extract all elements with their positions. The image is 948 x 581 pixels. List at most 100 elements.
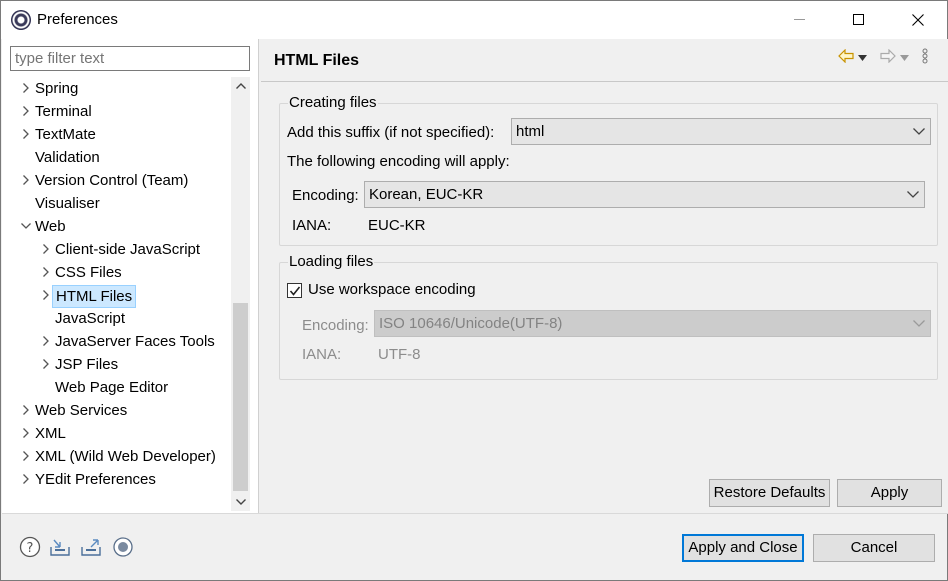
chevron-right-icon[interactable] xyxy=(20,77,32,100)
close-button[interactable] xyxy=(889,1,947,39)
chevron-right-icon[interactable] xyxy=(20,399,32,422)
scroll-up-button[interactable] xyxy=(231,77,250,95)
scroll-thumb[interactable] xyxy=(233,303,248,491)
maximize-icon xyxy=(853,14,864,25)
back-arrow-icon[interactable] xyxy=(838,48,854,66)
suffix-combo[interactable]: html xyxy=(511,118,931,145)
chevron-right-icon[interactable] xyxy=(40,238,52,261)
loading-encoding-combo[interactable]: ISO 10646/Unicode(UTF-8) xyxy=(374,310,931,337)
view-menu-icon[interactable] xyxy=(922,48,928,67)
tree-item-label: Client-side JavaScript xyxy=(55,241,201,258)
tree-item-label: JSP Files xyxy=(55,356,119,373)
tree-item[interactable]: HTML Files xyxy=(2,284,230,308)
chevron-right-icon[interactable] xyxy=(20,445,32,468)
tree-item-label: Validation xyxy=(35,149,100,166)
creating-files-group: Creating files Add this suffix (if not s… xyxy=(279,94,938,246)
cancel-button[interactable]: Cancel xyxy=(813,534,935,562)
tree-item[interactable]: Validation xyxy=(2,146,230,169)
minimize-button[interactable] xyxy=(771,1,829,39)
back-dropdown-icon[interactable] xyxy=(858,50,867,65)
tree-item-label: Visualiser xyxy=(35,195,100,212)
tree-item-label: Terminal xyxy=(35,103,92,120)
tree-item[interactable]: Web Services xyxy=(2,399,230,422)
restore-defaults-button[interactable]: Restore Defaults xyxy=(709,479,830,507)
tree-item-label: Web xyxy=(35,218,66,235)
chevron-right-icon[interactable] xyxy=(20,169,32,192)
iana-label: IANA: xyxy=(292,217,332,234)
title-bar: Preferences xyxy=(1,1,947,39)
page-nav-toolbar xyxy=(838,48,948,69)
tree-item[interactable]: Version Control (Team) xyxy=(2,169,230,192)
eclipse-app-icon xyxy=(11,10,31,30)
tree-item-label: Spring xyxy=(35,80,79,97)
tree-item-label: JavaServer Faces Tools xyxy=(55,333,215,350)
tree-item-label: Version Control (Team) xyxy=(35,172,189,189)
preference-page: HTML Files Creating files Add this suffi… xyxy=(261,39,948,513)
workspace-encoding-checkbox[interactable] xyxy=(287,283,302,298)
page-title: HTML Files xyxy=(274,52,360,69)
tree-item[interactable]: Web Page Editor xyxy=(2,376,230,399)
tree-item-label: Web Page Editor xyxy=(55,379,169,396)
tree-item[interactable]: XML xyxy=(2,422,230,445)
encoding-value: Korean, EUC-KR xyxy=(369,186,484,203)
apply-and-close-button[interactable]: Apply and Close xyxy=(682,534,804,562)
tree-item-label: TextMate xyxy=(35,126,96,143)
checkmark-icon xyxy=(289,286,301,296)
chevron-right-icon[interactable] xyxy=(20,468,32,491)
tree-item[interactable]: JavaScript xyxy=(2,307,230,330)
chevron-right-icon[interactable] xyxy=(20,100,32,123)
encoding-label: Encoding: xyxy=(292,187,359,204)
chevron-right-icon[interactable] xyxy=(40,261,52,284)
tree-item-label: XML xyxy=(35,425,66,442)
maximize-button[interactable] xyxy=(830,1,888,39)
chevron-down-icon xyxy=(235,499,246,505)
group-title: Loading files xyxy=(288,253,375,270)
tree-item-label: XML (Wild Web Developer) xyxy=(35,448,216,465)
tree-item[interactable]: YEdit Preferences xyxy=(2,468,230,491)
apply-button[interactable]: Apply xyxy=(837,479,942,507)
chevron-up-icon xyxy=(235,83,246,89)
forward-dropdown-icon[interactable] xyxy=(900,50,909,65)
tree-item[interactable]: TextMate xyxy=(2,123,230,146)
preferences-window: Preferences Spring Terminal TextMate Valida… xyxy=(0,0,948,581)
tree-item-label: YEdit Preferences xyxy=(35,471,156,488)
help-icon[interactable]: ? xyxy=(19,536,41,558)
svg-text:?: ? xyxy=(27,541,34,556)
import-icon[interactable] xyxy=(49,536,71,558)
tree-item-label: JavaScript xyxy=(55,310,126,327)
encoding-note: The following encoding will apply: xyxy=(287,153,510,170)
tree-item[interactable]: CSS Files xyxy=(2,261,230,284)
tree-item[interactable]: Web xyxy=(2,215,230,238)
tree-item[interactable]: Spring xyxy=(2,77,230,100)
record-icon[interactable] xyxy=(112,536,134,558)
export-icon[interactable] xyxy=(80,536,102,558)
chevron-right-icon[interactable] xyxy=(20,123,32,146)
tree-item-label: HTML Files xyxy=(52,285,137,308)
tree-item[interactable]: Client-side JavaScript xyxy=(2,238,230,261)
chevron-down-icon[interactable] xyxy=(20,215,32,238)
tree-scrollbar[interactable] xyxy=(231,77,250,511)
header-separator xyxy=(261,81,948,82)
scroll-down-button[interactable] xyxy=(231,493,250,511)
tree-item[interactable]: JavaServer Faces Tools xyxy=(2,330,230,353)
loading-encoding-value: ISO 10646/Unicode(UTF-8) xyxy=(379,315,563,332)
chevron-right-icon[interactable] xyxy=(40,353,52,376)
forward-arrow-icon[interactable] xyxy=(880,48,896,66)
tree-item-label: Web Services xyxy=(35,402,128,419)
workspace-encoding-label[interactable]: Use workspace encoding xyxy=(308,281,476,298)
tree-item[interactable]: Visualiser xyxy=(2,192,230,215)
chevron-right-icon[interactable] xyxy=(40,284,52,307)
tree-item[interactable]: JSP Files xyxy=(2,353,230,376)
suffix-value: html xyxy=(516,123,545,140)
tree-item[interactable]: Terminal xyxy=(2,100,230,123)
loading-iana-label: IANA: xyxy=(302,346,342,363)
chevron-down-icon xyxy=(907,182,919,207)
chevron-right-icon[interactable] xyxy=(20,422,32,445)
tree-item[interactable]: XML (Wild Web Developer) xyxy=(2,445,230,468)
loading-encoding-label: Encoding: xyxy=(302,317,369,334)
encoding-combo[interactable]: Korean, EUC-KR xyxy=(364,181,925,208)
chevron-down-icon xyxy=(913,119,925,144)
filter-input[interactable] xyxy=(10,46,250,71)
iana-value: EUC-KR xyxy=(368,217,426,234)
chevron-right-icon[interactable] xyxy=(40,330,52,353)
